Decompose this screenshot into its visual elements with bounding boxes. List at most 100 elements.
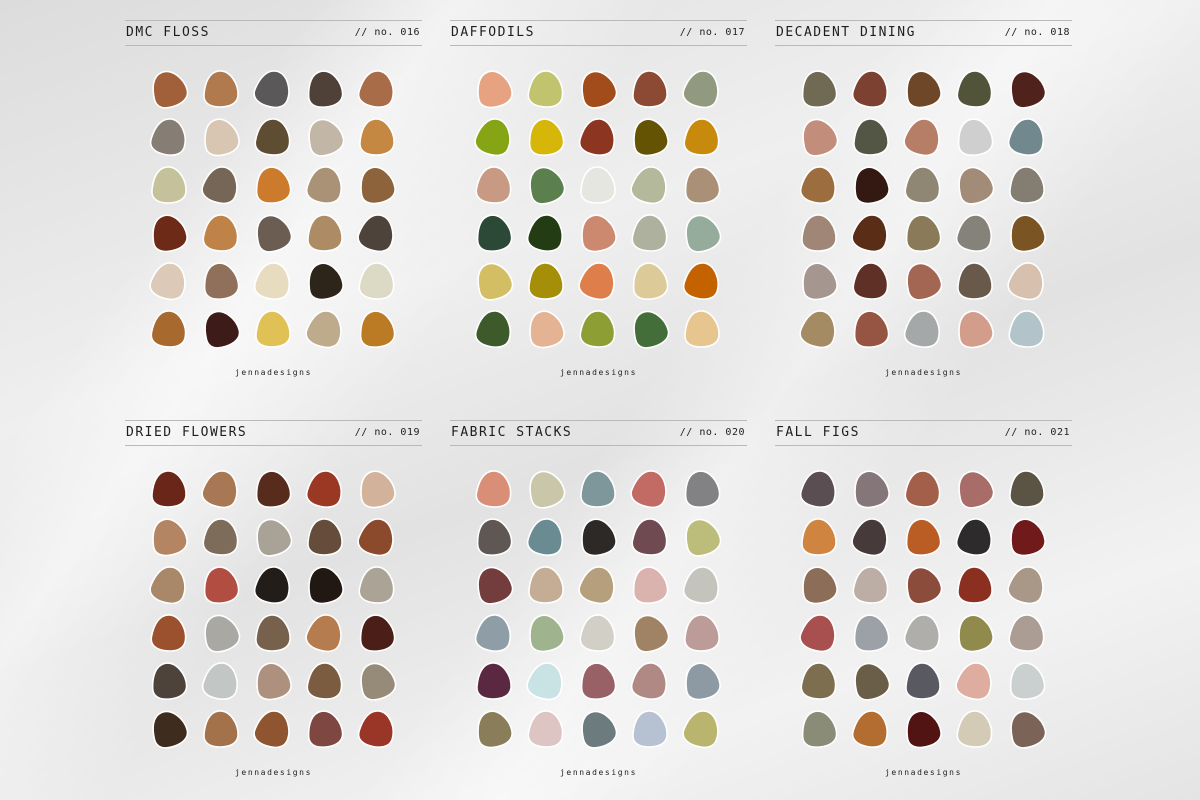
palette-number: // no. 018 bbox=[1004, 27, 1070, 38]
color-swatch bbox=[853, 662, 891, 701]
color-swatch bbox=[956, 710, 993, 748]
palette-number: // no. 019 bbox=[354, 427, 420, 438]
color-swatch bbox=[253, 70, 291, 109]
color-swatch bbox=[203, 710, 239, 748]
color-swatch bbox=[254, 118, 291, 156]
color-swatch bbox=[1009, 166, 1045, 204]
color-swatch bbox=[475, 166, 512, 204]
palette-card: DAFFODILS // no. 017 jennadesigns bbox=[450, 20, 747, 400]
color-swatch bbox=[151, 470, 187, 508]
color-swatch bbox=[957, 166, 995, 205]
color-swatch bbox=[305, 166, 343, 204]
color-swatch bbox=[476, 214, 513, 252]
color-swatch bbox=[1009, 662, 1046, 700]
color-swatch bbox=[359, 118, 395, 156]
swatch-grid bbox=[799, 70, 1051, 353]
color-swatch bbox=[202, 518, 239, 556]
palette-header: DECADENT DINING // no. 018 bbox=[775, 20, 1072, 46]
color-swatch bbox=[799, 470, 837, 508]
color-swatch bbox=[630, 470, 668, 509]
color-swatch bbox=[307, 518, 343, 556]
color-swatch bbox=[903, 614, 941, 652]
color-swatch bbox=[801, 70, 838, 108]
color-swatch bbox=[151, 518, 188, 557]
color-swatch bbox=[955, 518, 993, 556]
color-swatch bbox=[149, 118, 187, 156]
color-swatch bbox=[476, 70, 513, 109]
color-swatch bbox=[852, 566, 889, 604]
color-swatch bbox=[580, 710, 618, 749]
color-swatch bbox=[474, 118, 512, 157]
color-swatch bbox=[580, 70, 618, 109]
color-swatch bbox=[684, 518, 722, 557]
color-swatch bbox=[579, 614, 616, 652]
palette-card: FABRIC STACKS // no. 020 jennadesigns bbox=[450, 420, 747, 800]
color-swatch bbox=[853, 166, 890, 205]
swatch-grid bbox=[149, 70, 401, 353]
color-swatch bbox=[475, 470, 512, 508]
color-swatch bbox=[801, 214, 837, 252]
color-swatch bbox=[305, 310, 343, 349]
color-swatch bbox=[905, 518, 942, 556]
color-swatch bbox=[580, 470, 616, 508]
color-swatch bbox=[306, 662, 343, 700]
color-swatch bbox=[255, 214, 293, 253]
color-swatch bbox=[851, 518, 889, 557]
color-swatch bbox=[683, 118, 720, 156]
palette-card: DECADENT DINING // no. 018 jennadesigns bbox=[775, 20, 1072, 400]
palette-card: DRIED FLOWERS // no. 019 jennadesigns bbox=[125, 420, 422, 800]
palette-title: DRIED FLOWERS bbox=[126, 425, 248, 440]
color-swatch bbox=[307, 70, 344, 108]
color-swatch bbox=[528, 262, 564, 300]
color-swatch bbox=[957, 566, 993, 604]
swatch-grid bbox=[149, 470, 401, 753]
color-swatch bbox=[1008, 614, 1045, 652]
color-swatch bbox=[800, 662, 837, 700]
color-swatch bbox=[682, 566, 720, 604]
brand-label: jennadesigns bbox=[235, 368, 312, 377]
color-swatch bbox=[357, 710, 395, 748]
color-swatch bbox=[526, 518, 564, 556]
brand-label: jennadesigns bbox=[235, 768, 312, 777]
color-swatch bbox=[957, 262, 993, 300]
color-swatch bbox=[851, 710, 889, 748]
color-swatch bbox=[632, 710, 668, 748]
color-swatch bbox=[801, 566, 838, 605]
color-swatch bbox=[905, 214, 942, 252]
swatch-grid bbox=[474, 470, 726, 753]
color-swatch bbox=[903, 310, 941, 348]
color-swatch bbox=[149, 262, 187, 301]
color-swatch bbox=[307, 214, 343, 252]
color-swatch bbox=[359, 614, 396, 652]
color-swatch bbox=[203, 262, 240, 300]
color-swatch bbox=[1007, 566, 1045, 605]
color-swatch bbox=[151, 70, 189, 109]
color-swatch bbox=[853, 310, 890, 348]
color-swatch bbox=[799, 166, 837, 204]
color-swatch bbox=[580, 214, 617, 253]
color-swatch bbox=[201, 662, 239, 700]
color-swatch bbox=[359, 662, 397, 701]
brand-label: jennadesigns bbox=[885, 368, 962, 377]
color-swatch bbox=[203, 118, 240, 157]
color-swatch bbox=[578, 262, 616, 301]
palette-header: FABRIC STACKS // no. 020 bbox=[450, 420, 747, 446]
color-swatch bbox=[150, 614, 187, 652]
color-swatch bbox=[358, 262, 395, 300]
color-swatch bbox=[526, 662, 564, 701]
color-swatch bbox=[801, 262, 838, 301]
color-swatch bbox=[359, 166, 396, 205]
color-swatch bbox=[631, 518, 668, 556]
color-swatch bbox=[253, 566, 291, 604]
color-swatch bbox=[579, 310, 616, 348]
color-swatch bbox=[528, 310, 565, 349]
color-swatch bbox=[957, 118, 994, 156]
color-swatch bbox=[255, 166, 292, 204]
palette-number: // no. 021 bbox=[1004, 427, 1070, 438]
color-swatch bbox=[955, 662, 993, 701]
color-swatch bbox=[580, 662, 617, 700]
color-swatch bbox=[528, 166, 566, 205]
color-swatch bbox=[682, 70, 720, 109]
color-swatch bbox=[474, 614, 512, 652]
color-swatch bbox=[1009, 214, 1046, 253]
